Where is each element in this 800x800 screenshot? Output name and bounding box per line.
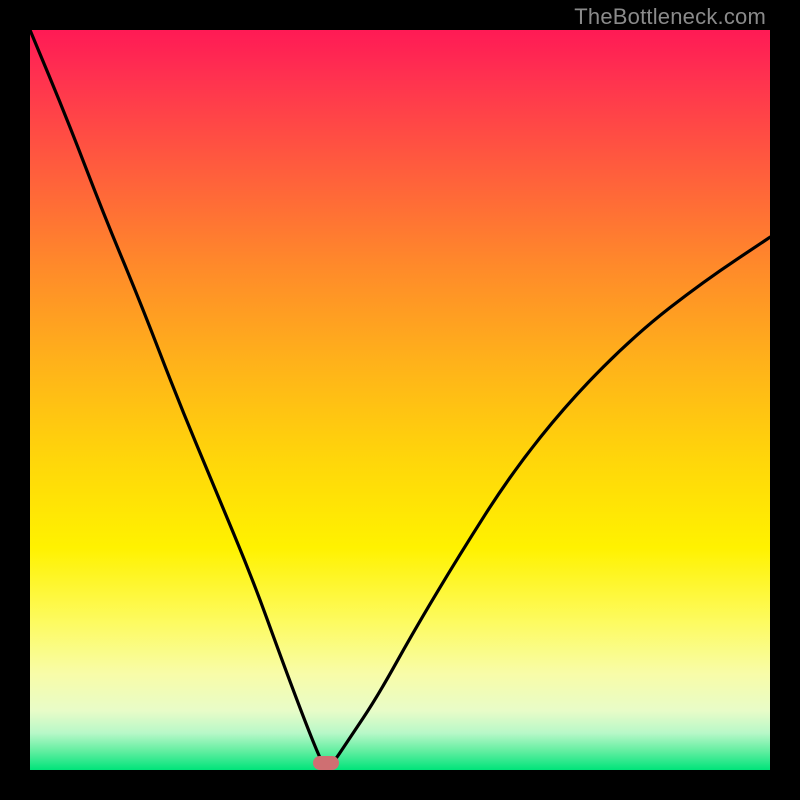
optimal-marker <box>313 756 339 770</box>
watermark-text: TheBottleneck.com <box>574 4 766 30</box>
chart-frame: TheBottleneck.com <box>0 0 800 800</box>
bottleneck-curve <box>30 30 770 770</box>
plot-area <box>30 30 770 770</box>
curve-path <box>30 30 770 768</box>
